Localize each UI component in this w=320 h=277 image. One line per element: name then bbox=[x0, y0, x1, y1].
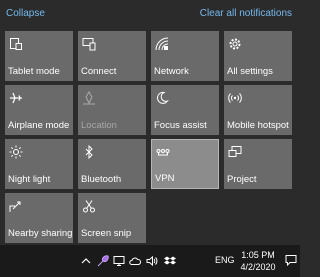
dropbox-icon[interactable] bbox=[164, 255, 176, 267]
nearby-sharing-icon bbox=[9, 199, 23, 213]
tile-label: Tablet mode bbox=[8, 66, 60, 77]
tile-label: Network bbox=[154, 66, 189, 77]
tile-vpn[interactable]: VPN bbox=[151, 139, 219, 189]
tile-location[interactable]: Location bbox=[78, 85, 146, 135]
tile-connect[interactable]: Connect bbox=[78, 31, 146, 81]
gear-icon bbox=[228, 37, 242, 51]
clock-time: 1:05 PM bbox=[241, 250, 275, 260]
tile-screen-snip[interactable]: Screen snip bbox=[78, 193, 146, 243]
tile-label: Project bbox=[227, 174, 257, 185]
tile-label: Focus assist bbox=[154, 120, 207, 131]
airplane-icon bbox=[9, 91, 23, 105]
tile-label: Mobile hotspot bbox=[227, 120, 289, 131]
speaker-icon[interactable] bbox=[146, 255, 158, 267]
location-icon bbox=[82, 91, 96, 105]
project-icon bbox=[228, 145, 242, 159]
tile-label: All settings bbox=[227, 66, 273, 77]
action-center-panel: Collapse Clear all notifications Tablet … bbox=[0, 0, 300, 245]
chevron-up-icon[interactable] bbox=[80, 255, 92, 267]
vpn-icon bbox=[156, 146, 170, 160]
tile-label: Night light bbox=[8, 174, 51, 185]
tablet-mode-icon bbox=[9, 37, 23, 51]
screen-snip-icon bbox=[82, 199, 96, 213]
collapse-link[interactable]: Collapse bbox=[6, 8, 45, 19]
tile-label: Location bbox=[81, 120, 117, 131]
tile-label: Connect bbox=[81, 66, 117, 77]
tile-tablet-mode[interactable]: Tablet mode bbox=[5, 31, 73, 81]
bluetooth-icon bbox=[82, 145, 96, 159]
connect-icon bbox=[82, 37, 96, 51]
language-indicator[interactable]: ENG bbox=[215, 255, 235, 265]
tile-network[interactable]: Network bbox=[151, 31, 219, 81]
clock[interactable]: 1:05 PM 4/2/2020 bbox=[236, 249, 280, 273]
tile-airplane-mode[interactable]: Airplane mode bbox=[5, 85, 73, 135]
tile-nearby-sharing[interactable]: Nearby sharing bbox=[5, 193, 73, 243]
taskbar: ENG 1:05 PM 4/2/2020 bbox=[0, 245, 300, 277]
clear-all-notifications-link[interactable]: Clear all notifications bbox=[200, 8, 292, 19]
feather-icon[interactable] bbox=[97, 255, 109, 267]
hotspot-icon bbox=[228, 91, 242, 105]
tile-mobile-hotspot[interactable]: Mobile hotspot bbox=[224, 85, 292, 135]
tile-bluetooth[interactable]: Bluetooth bbox=[78, 139, 146, 189]
tile-all-settings[interactable]: All settings bbox=[224, 31, 292, 81]
moon-icon bbox=[155, 91, 169, 105]
clock-date: 4/2/2020 bbox=[240, 262, 276, 272]
tile-focus-assist[interactable]: Focus assist bbox=[151, 85, 219, 135]
tile-label: Screen snip bbox=[81, 228, 132, 239]
tile-night-light[interactable]: Night light bbox=[5, 139, 73, 189]
tile-label: Bluetooth bbox=[81, 174, 122, 185]
tile-label: VPN bbox=[155, 173, 175, 184]
network-icon bbox=[155, 37, 169, 51]
cloud-icon[interactable] bbox=[129, 255, 141, 267]
tile-label: Airplane mode bbox=[8, 120, 70, 131]
notification-icon[interactable] bbox=[285, 254, 297, 266]
tile-label: Nearby sharing bbox=[8, 228, 73, 239]
monitor-icon[interactable] bbox=[113, 255, 125, 267]
sun-icon bbox=[9, 145, 23, 159]
tile-project[interactable]: Project bbox=[224, 139, 292, 189]
